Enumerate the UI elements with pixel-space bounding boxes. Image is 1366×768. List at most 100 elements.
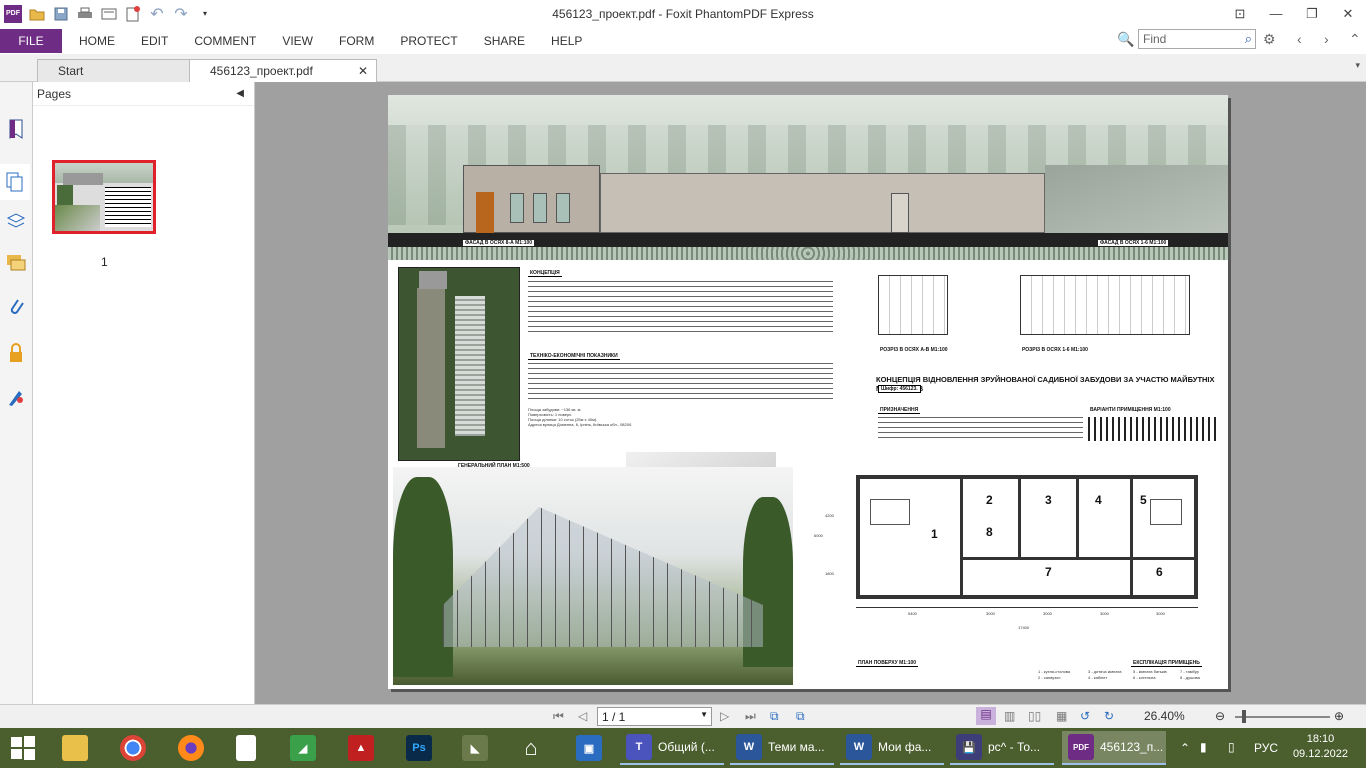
taskbar-app-total-commander[interactable]: 💾 рс^ - То...: [950, 731, 1054, 765]
rotate-right-icon[interactable]: ↻: [1104, 709, 1114, 723]
photoshop-icon[interactable]: Ps: [406, 731, 432, 765]
zoom-slider[interactable]: [1235, 716, 1330, 718]
zoom-in-icon[interactable]: ⊕: [1334, 709, 1344, 723]
system-clock[interactable]: 18:10 09.12.2022: [1293, 732, 1348, 762]
continuous-view-icon[interactable]: ▥: [1004, 709, 1015, 723]
security-lock-icon[interactable]: [3, 340, 29, 366]
search-input[interactable]: Find ⌕: [1138, 29, 1256, 49]
project-title: КОНЦЕПЦІЯ ВІДНОВЛЕННЯ ЗРУЙНОВАНОЇ САДИБН…: [876, 375, 1215, 393]
navigation-sidebar: [0, 82, 33, 704]
collapse-panel-icon[interactable]: ◀: [236, 88, 244, 99]
dimension-label: 5400: [908, 611, 917, 616]
page-thumbnail[interactable]: [52, 160, 156, 234]
legend-item: 1 - кухня-столова: [1038, 669, 1071, 674]
dimension-label: 1800: [825, 571, 834, 576]
rhino-icon[interactable]: ◣: [462, 731, 488, 765]
dimension-label: 3000: [1043, 611, 1052, 616]
language-indicator[interactable]: РУС: [1254, 741, 1278, 768]
word-icon: W: [846, 734, 872, 760]
zoom-slider-handle[interactable]: [1242, 710, 1246, 723]
teams-icon: T: [626, 734, 652, 760]
page-number-input[interactable]: 1 / 1 ▼: [597, 707, 712, 726]
dimension-label: 3000: [986, 611, 995, 616]
last-page-icon[interactable]: ⏭: [745, 709, 756, 724]
room-label: 7: [1045, 565, 1052, 579]
tab-start[interactable]: Start: [37, 59, 193, 82]
legend-item: 4 - кабінет: [1088, 675, 1108, 680]
ribbon-options-icon[interactable]: ⊡: [1222, 0, 1258, 27]
taskbar-app-teams[interactable]: T Общий (...: [620, 731, 724, 765]
menu-form[interactable]: FORM: [326, 34, 387, 48]
rotate-left-icon[interactable]: ↺: [1080, 709, 1090, 723]
single-page-view-icon[interactable]: ▤: [976, 707, 996, 725]
facade-rendering: [388, 95, 1228, 260]
first-page-icon[interactable]: ⏮: [553, 709, 564, 724]
show-hidden-icons[interactable]: ⌃: [1180, 741, 1190, 768]
dimension-label: 3000: [1156, 611, 1165, 616]
dimension-label: 4200: [825, 513, 834, 518]
forward-arrow-icon[interactable]: ›: [1324, 31, 1329, 47]
menu-protect[interactable]: PROTECT: [387, 34, 470, 48]
area-info: Площа забудови: ~136 кв. м. Поверховість…: [528, 407, 633, 427]
menu-view[interactable]: VIEW: [269, 34, 326, 48]
taskbar-app-word-1[interactable]: W Теми ма...: [730, 731, 834, 765]
gear-icon[interactable]: ⚙: [1263, 31, 1276, 48]
taskbar-app-foxit[interactable]: PDF 456123_п...: [1062, 731, 1166, 765]
extract-page-icon[interactable]: ⧉: [770, 709, 779, 724]
legend-item: 3 - дитяча кімната: [1088, 669, 1122, 674]
battery-icon[interactable]: ▯: [1228, 740, 1235, 768]
pdf-icon: PDF: [1068, 734, 1094, 760]
close-tab-icon[interactable]: ✕: [358, 64, 368, 78]
previous-page-icon[interactable]: ◁: [578, 709, 587, 723]
next-page-icon[interactable]: ▷: [720, 709, 729, 723]
floppy-icon: 💾: [956, 734, 982, 760]
attachments-icon[interactable]: [3, 294, 29, 320]
zoom-level: 26.40%: [1144, 709, 1185, 723]
minimize-button[interactable]: —: [1258, 0, 1294, 27]
comments-icon[interactable]: [3, 250, 29, 276]
firefox-icon[interactable]: [178, 731, 204, 765]
close-window-button[interactable]: ✕: [1330, 0, 1366, 27]
signature-icon[interactable]: [3, 384, 29, 410]
menu-help[interactable]: HELP: [538, 34, 595, 48]
concept-heading: КОНЦЕПЦІЯ: [528, 270, 562, 277]
file-explorer-icon[interactable]: [62, 731, 88, 765]
facing-view-icon[interactable]: ▯▯: [1028, 709, 1041, 723]
file-menu-button[interactable]: FILE: [0, 28, 62, 53]
menu-comment[interactable]: COMMENT: [181, 34, 269, 48]
taskbar-app-word-2[interactable]: W Мои фа...: [840, 731, 944, 765]
network-icon[interactable]: ▮: [1200, 740, 1207, 768]
chrome-icon[interactable]: [120, 731, 146, 765]
remote-desktop-icon[interactable]: ▣: [576, 731, 602, 765]
restore-button[interactable]: ❐: [1294, 0, 1330, 27]
page-dropdown-icon[interactable]: ▼: [700, 710, 708, 719]
legend-item: 8 - душова: [1180, 675, 1200, 680]
menu-home[interactable]: HOME: [66, 34, 128, 48]
facade-2-label: ФАСАД В ОСЯХ 1-6 М1:100: [1098, 240, 1169, 246]
layers-icon[interactable]: [3, 208, 29, 234]
room-label: 6: [1156, 565, 1163, 579]
menu-edit[interactable]: EDIT: [128, 34, 181, 48]
windows-start-icon[interactable]: [10, 731, 36, 765]
pages-icon[interactable]: [0, 164, 30, 200]
tab-list-icon[interactable]: ▾: [1355, 60, 1360, 71]
home-icon[interactable]: ⌂: [518, 731, 544, 765]
insert-page-icon[interactable]: ⧉: [796, 709, 805, 724]
general-plan-image: [398, 267, 520, 461]
bookmarks-icon[interactable]: [3, 116, 29, 142]
tab-document[interactable]: 456123_проект.pdf ✕: [189, 59, 377, 82]
continuous-facing-icon[interactable]: ▦: [1056, 709, 1067, 723]
zoom-out-icon[interactable]: ⊖: [1215, 709, 1225, 723]
room-label: 4: [1095, 493, 1102, 507]
sketchup-icon[interactable]: ◢: [290, 731, 316, 765]
document-viewport[interactable]: ФАСАД В ОСЯХ 8-А М1:100 ФАСАД В ОСЯХ 1-6…: [255, 82, 1366, 704]
menu-share[interactable]: SHARE: [471, 34, 538, 48]
dimension-line: [856, 607, 1198, 608]
ribbon-collapse-icon[interactable]: ⌃: [1349, 31, 1361, 48]
back-arrow-icon[interactable]: ‹: [1297, 31, 1302, 47]
blank-file-icon[interactable]: [236, 731, 256, 765]
archicad-icon[interactable]: ▲: [348, 731, 374, 765]
legend-item: 2 - санвузол: [1038, 675, 1061, 680]
search-icon[interactable]: ⌕: [1245, 31, 1252, 47]
find-folder-icon[interactable]: 🔍: [1117, 31, 1134, 48]
